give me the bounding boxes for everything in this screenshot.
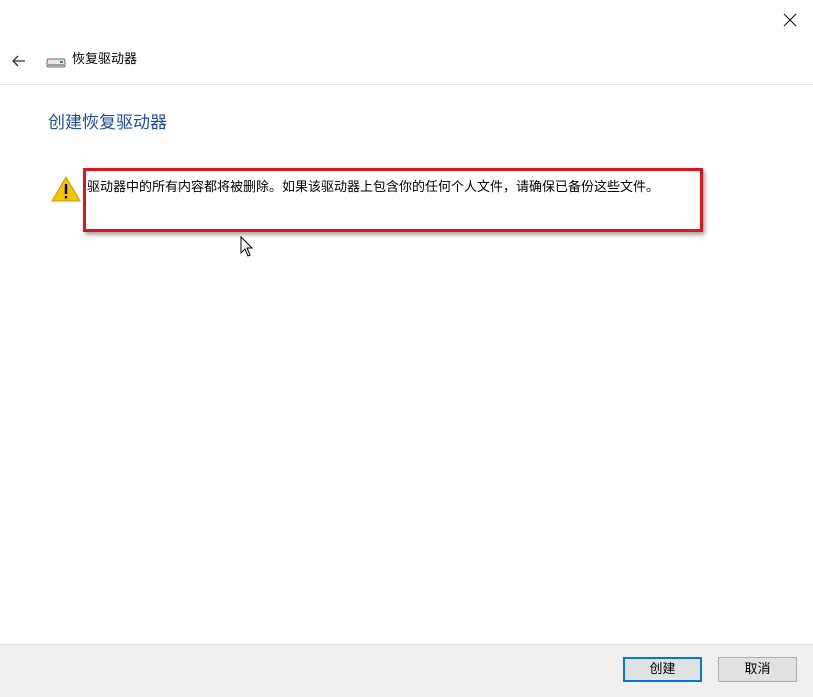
footer-bar: 创建 取消 (0, 644, 813, 697)
recovery-drive-window: 恢复驱动器 创建恢复驱动器 驱动器中的所有内容都将被删除。如果该驱动器上包含你的… (0, 0, 813, 697)
create-button[interactable]: 创建 (623, 657, 702, 682)
page-heading: 创建恢复驱动器 (48, 113, 167, 133)
window-title: 恢复驱动器 (72, 52, 138, 67)
close-icon (783, 13, 797, 27)
drive-icon (46, 58, 66, 68)
back-arrow-icon (12, 55, 25, 67)
cancel-button[interactable]: 取消 (718, 657, 797, 682)
back-button[interactable] (6, 48, 32, 74)
warning-icon (51, 176, 81, 202)
mouse-cursor-icon (240, 236, 254, 257)
close-button[interactable] (767, 0, 813, 40)
navigation-bar: 恢复驱动器 (0, 40, 813, 85)
highlight-annotation (83, 168, 703, 232)
